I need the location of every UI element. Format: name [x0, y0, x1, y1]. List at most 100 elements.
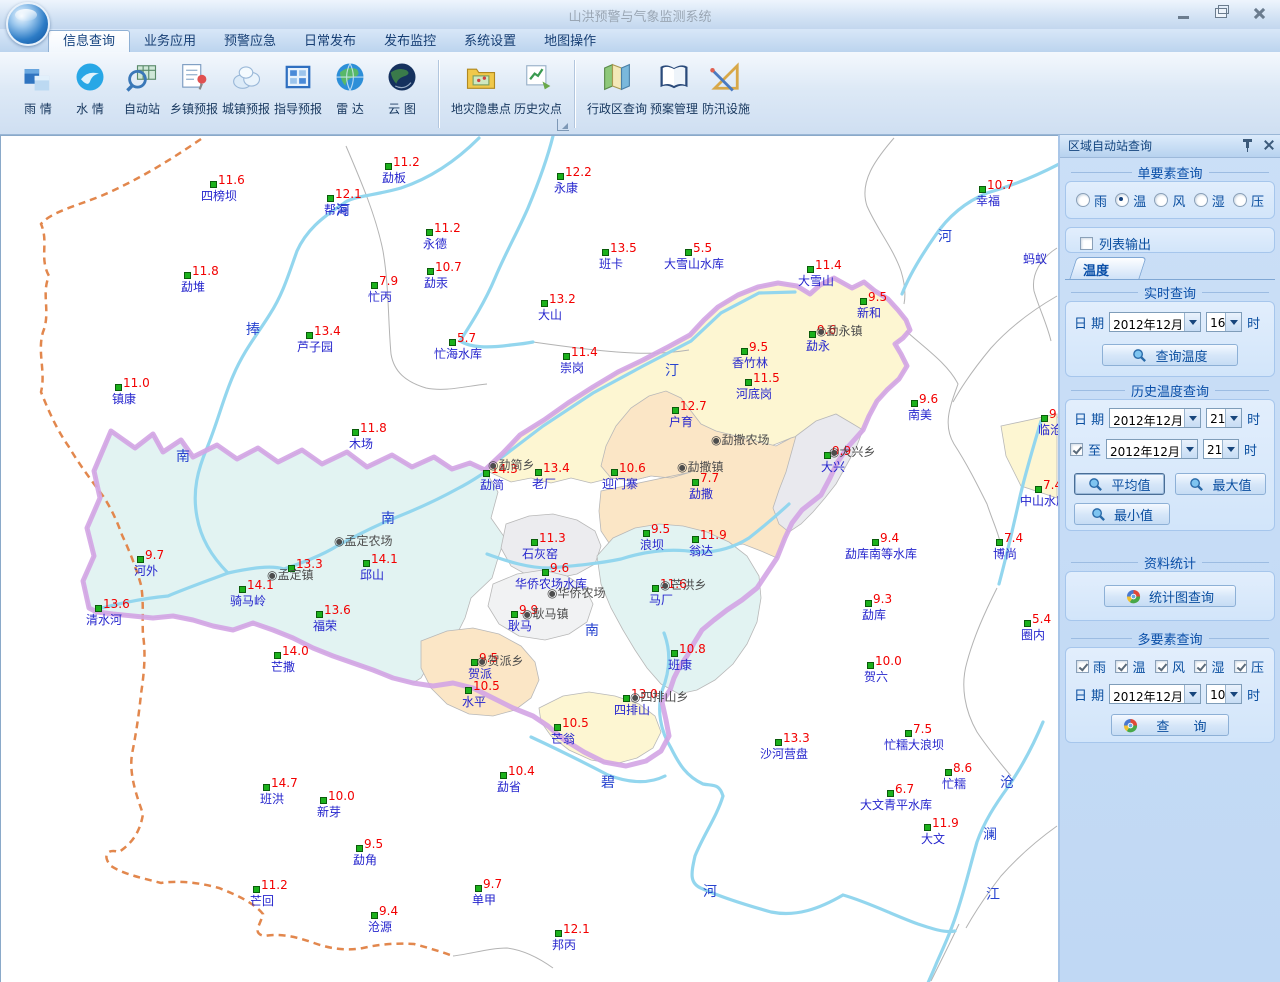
minimum-button[interactable]: 最小值 — [1074, 503, 1170, 525]
checkbox-温[interactable]: 温 — [1115, 657, 1145, 676]
menu-tab-预警应急[interactable]: 预警应急 — [210, 31, 290, 52]
average-button[interactable]: 平均值 — [1074, 473, 1165, 495]
query-temperature-button[interactable]: 查询温度 — [1102, 344, 1238, 366]
station-marker-勐堆[interactable] — [184, 272, 191, 279]
history-date1-combo[interactable]: 2012年12月 6日 — [1109, 408, 1201, 428]
station-marker-新芽[interactable] — [320, 797, 327, 804]
restore-button[interactable] — [1210, 4, 1232, 22]
history-hour2-combo[interactable]: 21 — [1203, 439, 1239, 459]
menu-tab-地图操作[interactable]: 地图操作 — [530, 31, 610, 52]
station-marker-勐汞[interactable] — [427, 268, 434, 275]
station-marker-大山[interactable] — [541, 300, 548, 307]
toolbar-button-水情[interactable]: 水 情 — [64, 56, 116, 134]
history-to-checkbox[interactable] — [1070, 443, 1083, 456]
realtime-hour-combo[interactable]: 16 — [1206, 312, 1242, 332]
station-marker-单甲[interactable] — [475, 885, 482, 892]
multi-date-combo[interactable]: 2012年12月 8日 — [1109, 684, 1201, 704]
station-marker-翁达[interactable] — [692, 536, 699, 543]
station-marker-芒回[interactable] — [253, 886, 260, 893]
station-marker-四排山[interactable] — [623, 695, 630, 702]
station-marker-忙糯[interactable] — [945, 769, 952, 776]
station-marker-勐省[interactable] — [500, 772, 507, 779]
checkbox-湿[interactable]: 湿 — [1194, 657, 1224, 676]
station-marker-福荣[interactable] — [316, 611, 323, 618]
pin-icon[interactable] — [1242, 139, 1253, 152]
stats-chart-query-button[interactable]: 统计图查询 — [1104, 585, 1236, 607]
close-button[interactable] — [1248, 4, 1270, 22]
station-marker-班卡[interactable] — [602, 249, 609, 256]
station-marker-骑马岭[interactable] — [239, 586, 246, 593]
multi-query-button[interactable]: 查 询 — [1111, 714, 1229, 736]
station-marker-忙糯大浪坝[interactable] — [905, 730, 912, 737]
station-marker-清水河[interactable] — [95, 605, 102, 612]
station-marker-勐板[interactable] — [385, 163, 392, 170]
station-marker-中山水库[interactable] — [1035, 486, 1042, 493]
station-marker-芦子园[interactable] — [306, 332, 313, 339]
station-marker-石灰窑[interactable] — [531, 539, 538, 546]
station-marker-户育[interactable] — [672, 407, 679, 414]
station-marker-班康[interactable] — [671, 650, 678, 657]
station-marker-忙海水库[interactable] — [449, 339, 456, 346]
panel-close-icon[interactable] — [1263, 139, 1274, 150]
station-marker-老厂[interactable] — [535, 469, 542, 476]
station-marker-马厂[interactable] — [652, 585, 659, 592]
toolbar-button-自动站[interactable]: 自动站 — [116, 56, 168, 134]
menu-tab-信息查询[interactable]: 信息查询 — [48, 30, 130, 52]
toolbar-button-雷达[interactable]: 雷 达 — [324, 56, 376, 134]
station-marker-芒翁[interactable] — [554, 724, 561, 731]
station-marker-勐库南等水库[interactable] — [872, 539, 879, 546]
radio-温[interactable]: 温 — [1115, 191, 1146, 210]
station-marker-南美[interactable] — [911, 400, 918, 407]
station-marker-沧源[interactable] — [371, 912, 378, 919]
multi-hour-combo[interactable]: 10 — [1206, 684, 1242, 704]
toolbar-button-行政区查询[interactable]: 行政区查询 — [586, 56, 648, 134]
station-marker-新和[interactable] — [860, 298, 867, 305]
station-marker-忙丙[interactable] — [371, 282, 378, 289]
list-output-checkbox[interactable] — [1080, 237, 1093, 250]
checkbox-风[interactable]: 风 — [1155, 657, 1185, 676]
station-marker-迎门寨[interactable] — [611, 469, 618, 476]
station-marker-帮海[interactable] — [327, 195, 334, 202]
station-marker-勐撒[interactable] — [692, 479, 699, 486]
station-marker-班洪[interactable] — [263, 784, 270, 791]
toolbar-button-指导预报[interactable]: 指导预报 — [272, 56, 324, 134]
toolbar-button-地灾隐患点[interactable]: 地灾隐患点 — [450, 56, 512, 134]
station-marker-邦丙[interactable] — [555, 930, 562, 937]
toolbar-button-云图[interactable]: 云 图 — [376, 56, 428, 134]
minimize-button[interactable] — [1172, 4, 1194, 22]
station-marker-博尚[interactable] — [996, 539, 1003, 546]
map-area[interactable]: 11.6四榜坝11.2勐板12.1帮海11.2永德11.8勐堆7.9忙丙10.7… — [0, 135, 1058, 982]
station-marker-崇岗[interactable] — [563, 353, 570, 360]
station-marker-耿马[interactable] — [511, 611, 518, 618]
tab-temperature[interactable]: 温度 — [1065, 257, 1143, 279]
menu-tab-日常发布[interactable]: 日常发布 — [290, 31, 370, 52]
station-marker-幸福[interactable] — [979, 186, 986, 193]
station-marker-临沧[interactable] — [1041, 415, 1048, 422]
maximum-button[interactable]: 最大值 — [1175, 473, 1266, 495]
app-logo-orb[interactable] — [6, 2, 50, 46]
station-marker-四榜坝[interactable] — [210, 181, 217, 188]
toolbar-button-雨情[interactable]: 雨 情 — [12, 56, 64, 134]
station-marker-大文[interactable] — [924, 824, 931, 831]
station-marker-贺六[interactable] — [867, 662, 874, 669]
station-marker-勐永[interactable] — [809, 331, 816, 338]
toolbar-button-预案管理[interactable]: 预案管理 — [648, 56, 700, 134]
station-marker-大文青平水库[interactable] — [887, 790, 894, 797]
station-marker-勐库[interactable] — [865, 600, 872, 607]
station-marker-河底岗[interactable] — [745, 379, 752, 386]
station-marker-大雪山水库[interactable] — [685, 249, 692, 256]
realtime-date-combo[interactable]: 2012年12月 8日 — [1109, 312, 1201, 332]
station-marker-水平[interactable] — [465, 687, 472, 694]
station-marker-邱山[interactable] — [363, 560, 370, 567]
toolbar-button-乡镇预报[interactable]: 乡镇预报 — [168, 56, 220, 134]
station-marker-勐角[interactable] — [356, 845, 363, 852]
toolbar-button-城镇预报[interactable]: 城镇预报 — [220, 56, 272, 134]
history-hour1-combo[interactable]: 21 — [1206, 408, 1242, 428]
station-marker-芒撒[interactable] — [274, 652, 281, 659]
station-marker-圈内[interactable] — [1024, 620, 1031, 627]
radio-雨[interactable]: 雨 — [1076, 191, 1107, 210]
station-marker-河外[interactable] — [137, 556, 144, 563]
menu-tab-发布监控[interactable]: 发布监控 — [370, 31, 450, 52]
checkbox-压[interactable]: 压 — [1234, 657, 1264, 676]
station-marker-木场[interactable] — [352, 429, 359, 436]
